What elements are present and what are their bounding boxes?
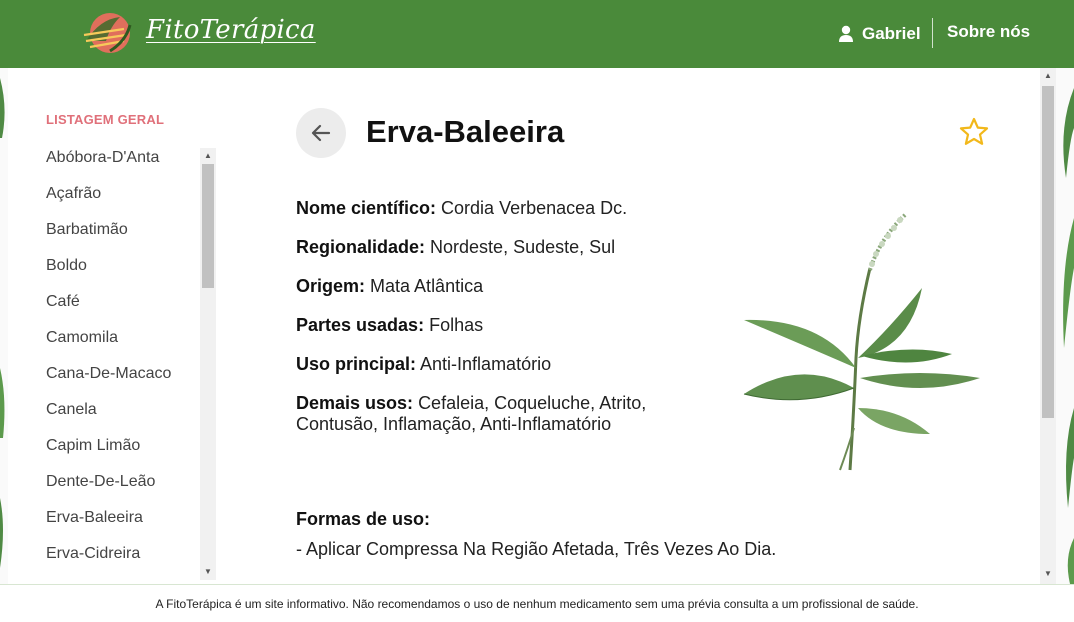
plant-facts: Nome científico: Cordia Verbenacea Dc. R… [296, 198, 696, 453]
sidebar-item[interactable]: Açafrão [46, 182, 216, 218]
sidebar-scroll-down-icon[interactable]: ▼ [200, 564, 216, 580]
user-name: Gabriel [862, 24, 921, 43]
sidebar-item[interactable]: Boldo [46, 254, 216, 290]
page-scrollbar-thumb[interactable] [1042, 86, 1054, 418]
sidebar-item[interactable]: Dente-De-Leão [46, 470, 216, 506]
uses-item: - Aplicar Compressa Na Região Afetada, T… [296, 539, 777, 559]
fact-value: Folhas [429, 315, 484, 335]
fact-value: Nordeste, Sudeste, Sul [430, 237, 616, 257]
sidebar-item[interactable]: Cana-De-Macaco [46, 362, 216, 398]
favorite-star-icon[interactable] [958, 116, 990, 148]
uses-title: Formas de uso: [296, 509, 431, 529]
sidebar-item[interactable]: Abóbora-D'Anta [46, 146, 216, 182]
fact-label: Origem: [296, 276, 366, 296]
leaf-decoration-right [1063, 88, 1074, 584]
brand-logo-icon[interactable] [80, 11, 136, 55]
page-title: Erva-Baleeira [366, 114, 565, 149]
fact-regionality: Regionalidade: Nordeste, Sudeste, Sul [296, 237, 696, 258]
sidebar-item[interactable]: Erva-Baleeira [46, 506, 216, 542]
top-header: FitoTerápica Gabriel Sobre nós [0, 0, 1074, 68]
user-icon [839, 25, 853, 42]
sidebar-scroll-up-icon[interactable]: ▲ [200, 148, 216, 164]
background-left-edge [0, 68, 8, 584]
fact-parts-used: Partes usadas: Folhas [296, 315, 696, 336]
fact-label: Regionalidade: [296, 237, 426, 257]
fact-label: Nome científico: [296, 198, 437, 218]
fact-label: Demais usos: [296, 393, 414, 413]
sidebar-scrollbar-thumb[interactable] [202, 164, 214, 288]
sidebar-item[interactable]: Barbatimão [46, 218, 216, 254]
fact-label: Uso principal: [296, 354, 417, 374]
sidebar-item[interactable]: Capim Limão [46, 434, 216, 470]
leaf-decoration-left [0, 78, 5, 568]
about-link[interactable]: Sobre nós [947, 22, 1030, 42]
fact-value: Anti-Inflamatório [420, 354, 552, 374]
sidebar-title: LISTAGEM GERAL [46, 112, 165, 127]
fact-other-uses: Demais usos: Cefaleia, Coqueluche, Atrit… [296, 393, 696, 435]
fact-scientific-name: Nome científico: Cordia Verbenacea Dc. [296, 198, 696, 219]
page-scroll-up-icon[interactable]: ▲ [1040, 68, 1056, 84]
fact-value: Cordia Verbenacea Dc. [441, 198, 628, 218]
brand-name[interactable]: FitoTerápica [146, 15, 316, 45]
fact-label: Partes usadas: [296, 315, 425, 335]
user-menu[interactable]: Gabriel [838, 22, 921, 46]
sidebar-item[interactable]: Café [46, 290, 216, 326]
fact-main-use: Uso principal: Anti-Inflamatório [296, 354, 696, 375]
footer-disclaimer: A FitoTerápica é um site informativo. Nã… [0, 584, 1074, 622]
arrow-left-icon [311, 124, 331, 142]
fact-value: Mata Atlântica [370, 276, 484, 296]
background-right-edge [1056, 68, 1074, 584]
fact-origin: Origem: Mata Atlântica [296, 276, 696, 297]
plant-illustration [743, 212, 980, 471]
back-button[interactable] [296, 108, 346, 158]
main-card: LISTAGEM GERAL Abóbora-D'Anta Açafrão Ba… [8, 68, 1056, 584]
sidebar-item[interactable]: Erva-Cidreira [46, 542, 216, 578]
sidebar-item[interactable]: Canela [46, 398, 216, 434]
page-scroll-down-icon[interactable]: ▼ [1040, 566, 1056, 582]
sidebar-item[interactable]: Camomila [46, 326, 216, 362]
nav-divider [932, 18, 933, 48]
plant-list[interactable]: Abóbora-D'Anta Açafrão Barbatimão Boldo … [46, 146, 216, 578]
